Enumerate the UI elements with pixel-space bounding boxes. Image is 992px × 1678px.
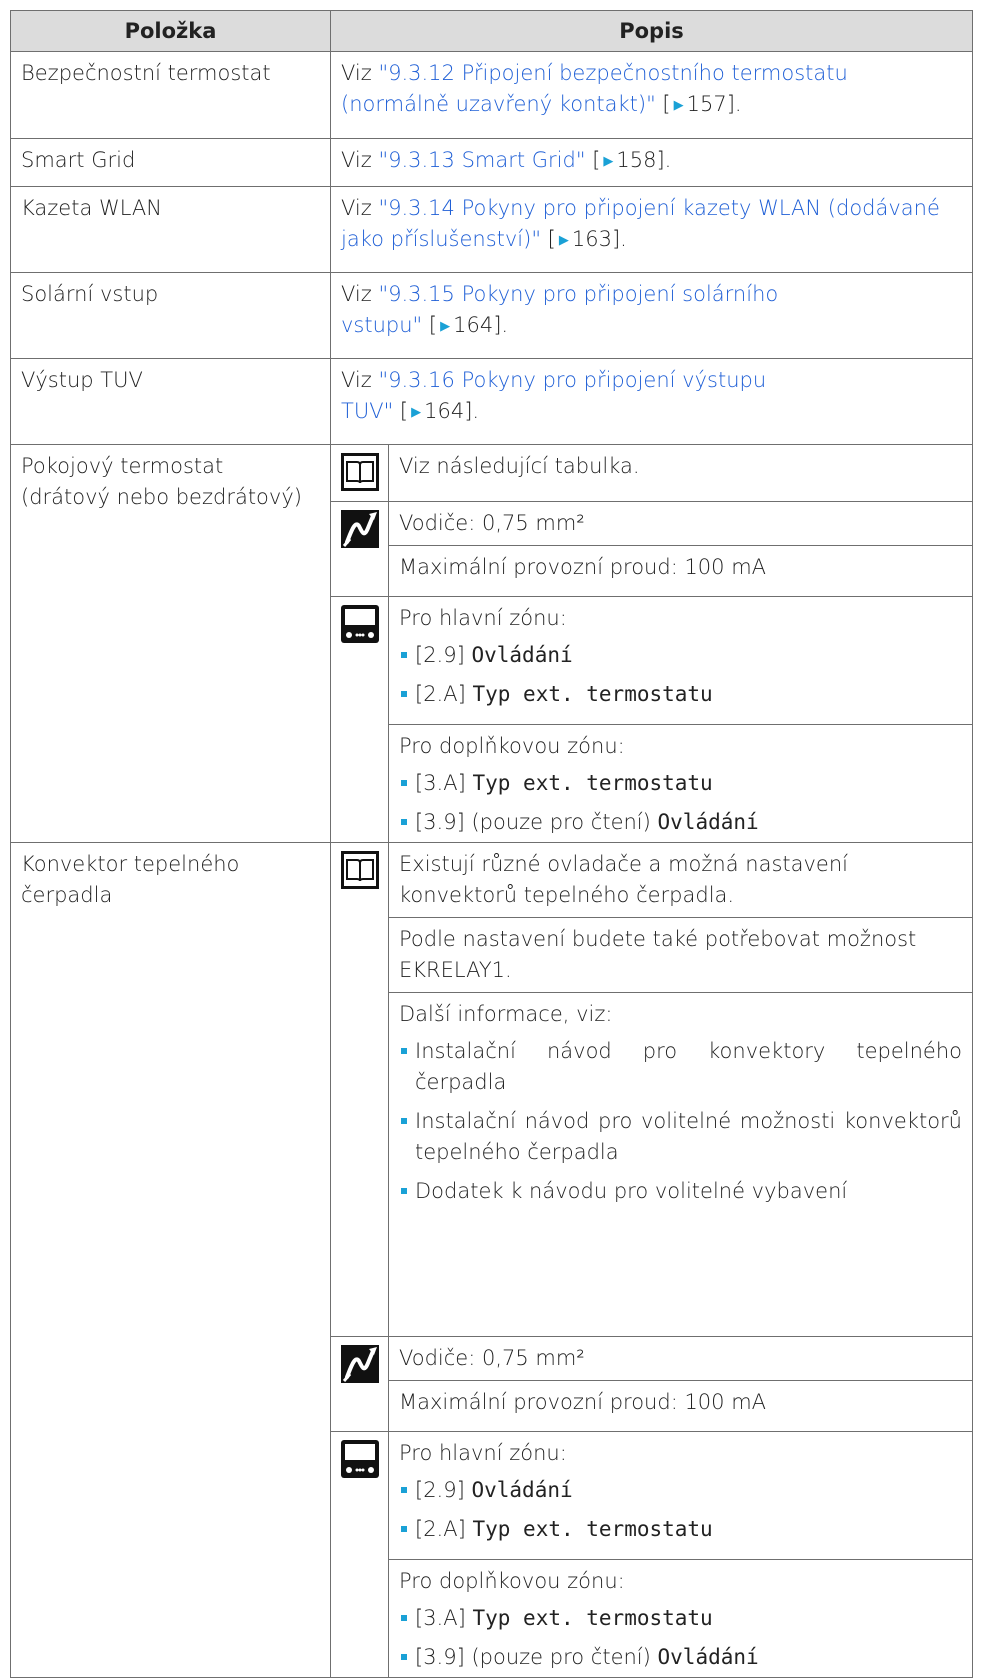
item-cell: Pokojový termostat (drátový nebo bezdrát… <box>10 444 331 843</box>
list-item: Instalační návod pro konvektory tepelnéh… <box>399 1036 962 1098</box>
item-cell: Výstup TUV <box>10 358 331 445</box>
page-arrow-icon: ▶ <box>673 98 684 113</box>
list-item: Instalační návod pro volitelné možnosti … <box>399 1106 962 1168</box>
setting-name: Typ ext. termostatu <box>472 1606 713 1630</box>
table-row: Smart Grid Viz "9.3.13 Smart Grid" [▶ 158… <box>10 138 973 187</box>
wire-icon-cell <box>330 1336 389 1432</box>
book-icon-cell <box>330 842 389 1337</box>
book-icon <box>340 851 379 889</box>
wire-icon <box>340 510 379 548</box>
page-arrow-icon: ▶ <box>411 405 422 420</box>
list-item: [2.9] Ovládání <box>399 640 962 671</box>
wire-spec: Vodiče: 0,75 mm² <box>389 1337 972 1381</box>
table-row: Kazeta WLAN Viz "9.3.14 Pokyny pro připo… <box>10 186 973 273</box>
page-ref-link[interactable]: 163 <box>572 227 612 251</box>
current-spec: Maximální provozní proud: 100 mA <box>399 555 767 579</box>
viz-label: Viz <box>341 282 372 306</box>
more-info-label: Další informace, viz: <box>399 1002 613 1026</box>
description-cell: Vodiče: 0,75 mm² Maximální provozní prou… <box>388 1336 973 1432</box>
setting-code: [3.9] (pouze pro čtení) <box>415 1645 651 1669</box>
table-row: Pokojový termostat (drátový nebo bezdrát… <box>10 444 973 843</box>
setting-name: Typ ext. termostatu <box>472 1517 713 1541</box>
user-interface-icon <box>340 605 379 643</box>
column-header-item: Položka <box>10 10 331 52</box>
list-item: [2.9] Ovládání <box>399 1475 962 1506</box>
main-zone-label: Pro hlavní zónu: <box>399 606 567 630</box>
setting-name: Typ ext. termostatu <box>472 682 713 706</box>
additional-zone-label: Pro doplňkovou zónu: <box>399 734 625 758</box>
list-item: Dodatek k návodu pro volitelné vybavení <box>399 1176 962 1207</box>
column-header-description: Popis <box>330 10 973 52</box>
convector-info: Existují různé ovladače a možná nastaven… <box>389 843 972 918</box>
setting-name: Ovládání <box>657 1645 759 1669</box>
setting-name: Typ ext. termostatu <box>472 771 713 795</box>
description-cell: Viz "9.3.16 Pokyny pro připojení výstupu… <box>330 358 973 445</box>
settings-table: Položka Popis Bezpečnostní termostat Viz… <box>10 10 973 1678</box>
page-arrow-icon: ▶ <box>440 319 451 334</box>
setting-code: [3.A] <box>415 1606 466 1630</box>
ui-icon-cell <box>330 596 389 843</box>
setting-code: [3.9] (pouze pro čtení) <box>415 810 651 834</box>
section-link[interactable]: "9.3.12 Připojení bezpečnostního termost… <box>341 61 848 116</box>
description-cell: Viz "9.3.12 Připojení bezpečnostního ter… <box>330 51 973 139</box>
wire-spec: Vodiče: 0,75 mm² <box>389 502 972 546</box>
page-ref-link[interactable]: 164 <box>453 313 493 337</box>
book-icon-cell <box>330 444 389 502</box>
wire-icon-cell <box>330 501 389 597</box>
setting-name: Ovládání <box>471 643 573 667</box>
setting-code: [2.9] <box>415 1478 465 1502</box>
viz-label: Viz <box>341 61 372 85</box>
viz-label: Viz <box>341 196 372 220</box>
description-cell: Viz "9.3.13 Smart Grid" [▶ 158]. <box>330 138 973 187</box>
ekrelay-info: Podle nastavení budete také potřebovat m… <box>389 918 972 993</box>
page-arrow-icon: ▶ <box>558 233 569 248</box>
page-ref-link[interactable]: 157 <box>687 92 727 116</box>
table-row: Bezpečnostní termostat Viz "9.3.12 Připo… <box>10 51 973 139</box>
viz-label: Viz <box>341 148 372 172</box>
list-item: [3.A] Typ ext. termostatu <box>399 768 962 799</box>
setting-name: Ovládání <box>471 1478 573 1502</box>
setting-code: [2.9] <box>415 643 465 667</box>
user-interface-icon <box>340 1440 379 1478</box>
item-cell: Smart Grid <box>10 138 331 187</box>
page-arrow-icon: ▶ <box>603 154 614 169</box>
table-row: Solární vstup Viz "9.3.15 Pokyny pro při… <box>10 272 973 359</box>
item-cell: Konvektor tepelného čerpadla <box>10 842 331 1678</box>
section-link[interactable]: "9.3.15 Pokyny pro připojení solárního v… <box>341 282 778 337</box>
section-link[interactable]: "9.3.16 Pokyny pro připojení výstupu TUV… <box>341 368 766 423</box>
table-header-row: Položka Popis <box>10 10 973 52</box>
description-cell: Existují různé ovladače a možná nastaven… <box>388 842 973 1337</box>
list-item: [3.9] (pouze pro čtení) Ovládání <box>399 1642 962 1673</box>
additional-zone-label: Pro doplňkovou zónu: <box>399 1569 625 1593</box>
section-link[interactable]: "9.3.13 Smart Grid" <box>378 148 585 172</box>
description-cell: Pro hlavní zónu: [2.9] Ovládání [2.A] Ty… <box>388 596 973 843</box>
current-spec: Maximální provozní proud: 100 mA <box>399 1390 767 1414</box>
section-link[interactable]: "9.3.14 Pokyny pro připojení kazety WLAN… <box>341 196 940 251</box>
list-item: [3.9] (pouze pro čtení) Ovládání <box>399 807 962 838</box>
setting-code: [2.A] <box>415 682 466 706</box>
item-cell: Kazeta WLAN <box>10 186 331 273</box>
setting-code: [3.A] <box>415 771 466 795</box>
item-cell: Solární vstup <box>10 272 331 359</box>
item-cell: Bezpečnostní termostat <box>10 51 331 139</box>
description-cell: Viz "9.3.14 Pokyny pro připojení kazety … <box>330 186 973 273</box>
description-cell: Viz následující tabulka. <box>388 444 973 502</box>
table-row: Výstup TUV Viz "9.3.16 Pokyny pro připoj… <box>10 358 973 445</box>
viz-label: Viz <box>341 368 372 392</box>
description-cell: Vodiče: 0,75 mm² Maximální provozní prou… <box>388 501 973 597</box>
main-zone-label: Pro hlavní zónu: <box>399 1441 567 1465</box>
book-icon <box>340 453 379 491</box>
page-ref-link[interactable]: 158 <box>616 148 656 172</box>
wire-icon <box>340 1345 379 1383</box>
list-item: [2.A] Typ ext. termostatu <box>399 679 962 710</box>
book-text: Viz následující tabulka. <box>399 454 640 478</box>
list-item: [3.A] Typ ext. termostatu <box>399 1603 962 1634</box>
setting-code: [2.A] <box>415 1517 466 1541</box>
list-item: [2.A] Typ ext. termostatu <box>399 1514 962 1545</box>
table-row: Konvektor tepelného čerpadla Existují rů… <box>10 842 973 1678</box>
description-cell: Viz "9.3.15 Pokyny pro připojení solární… <box>330 272 973 359</box>
setting-name: Ovládání <box>657 810 759 834</box>
page-ref-link[interactable]: 164 <box>424 399 464 423</box>
